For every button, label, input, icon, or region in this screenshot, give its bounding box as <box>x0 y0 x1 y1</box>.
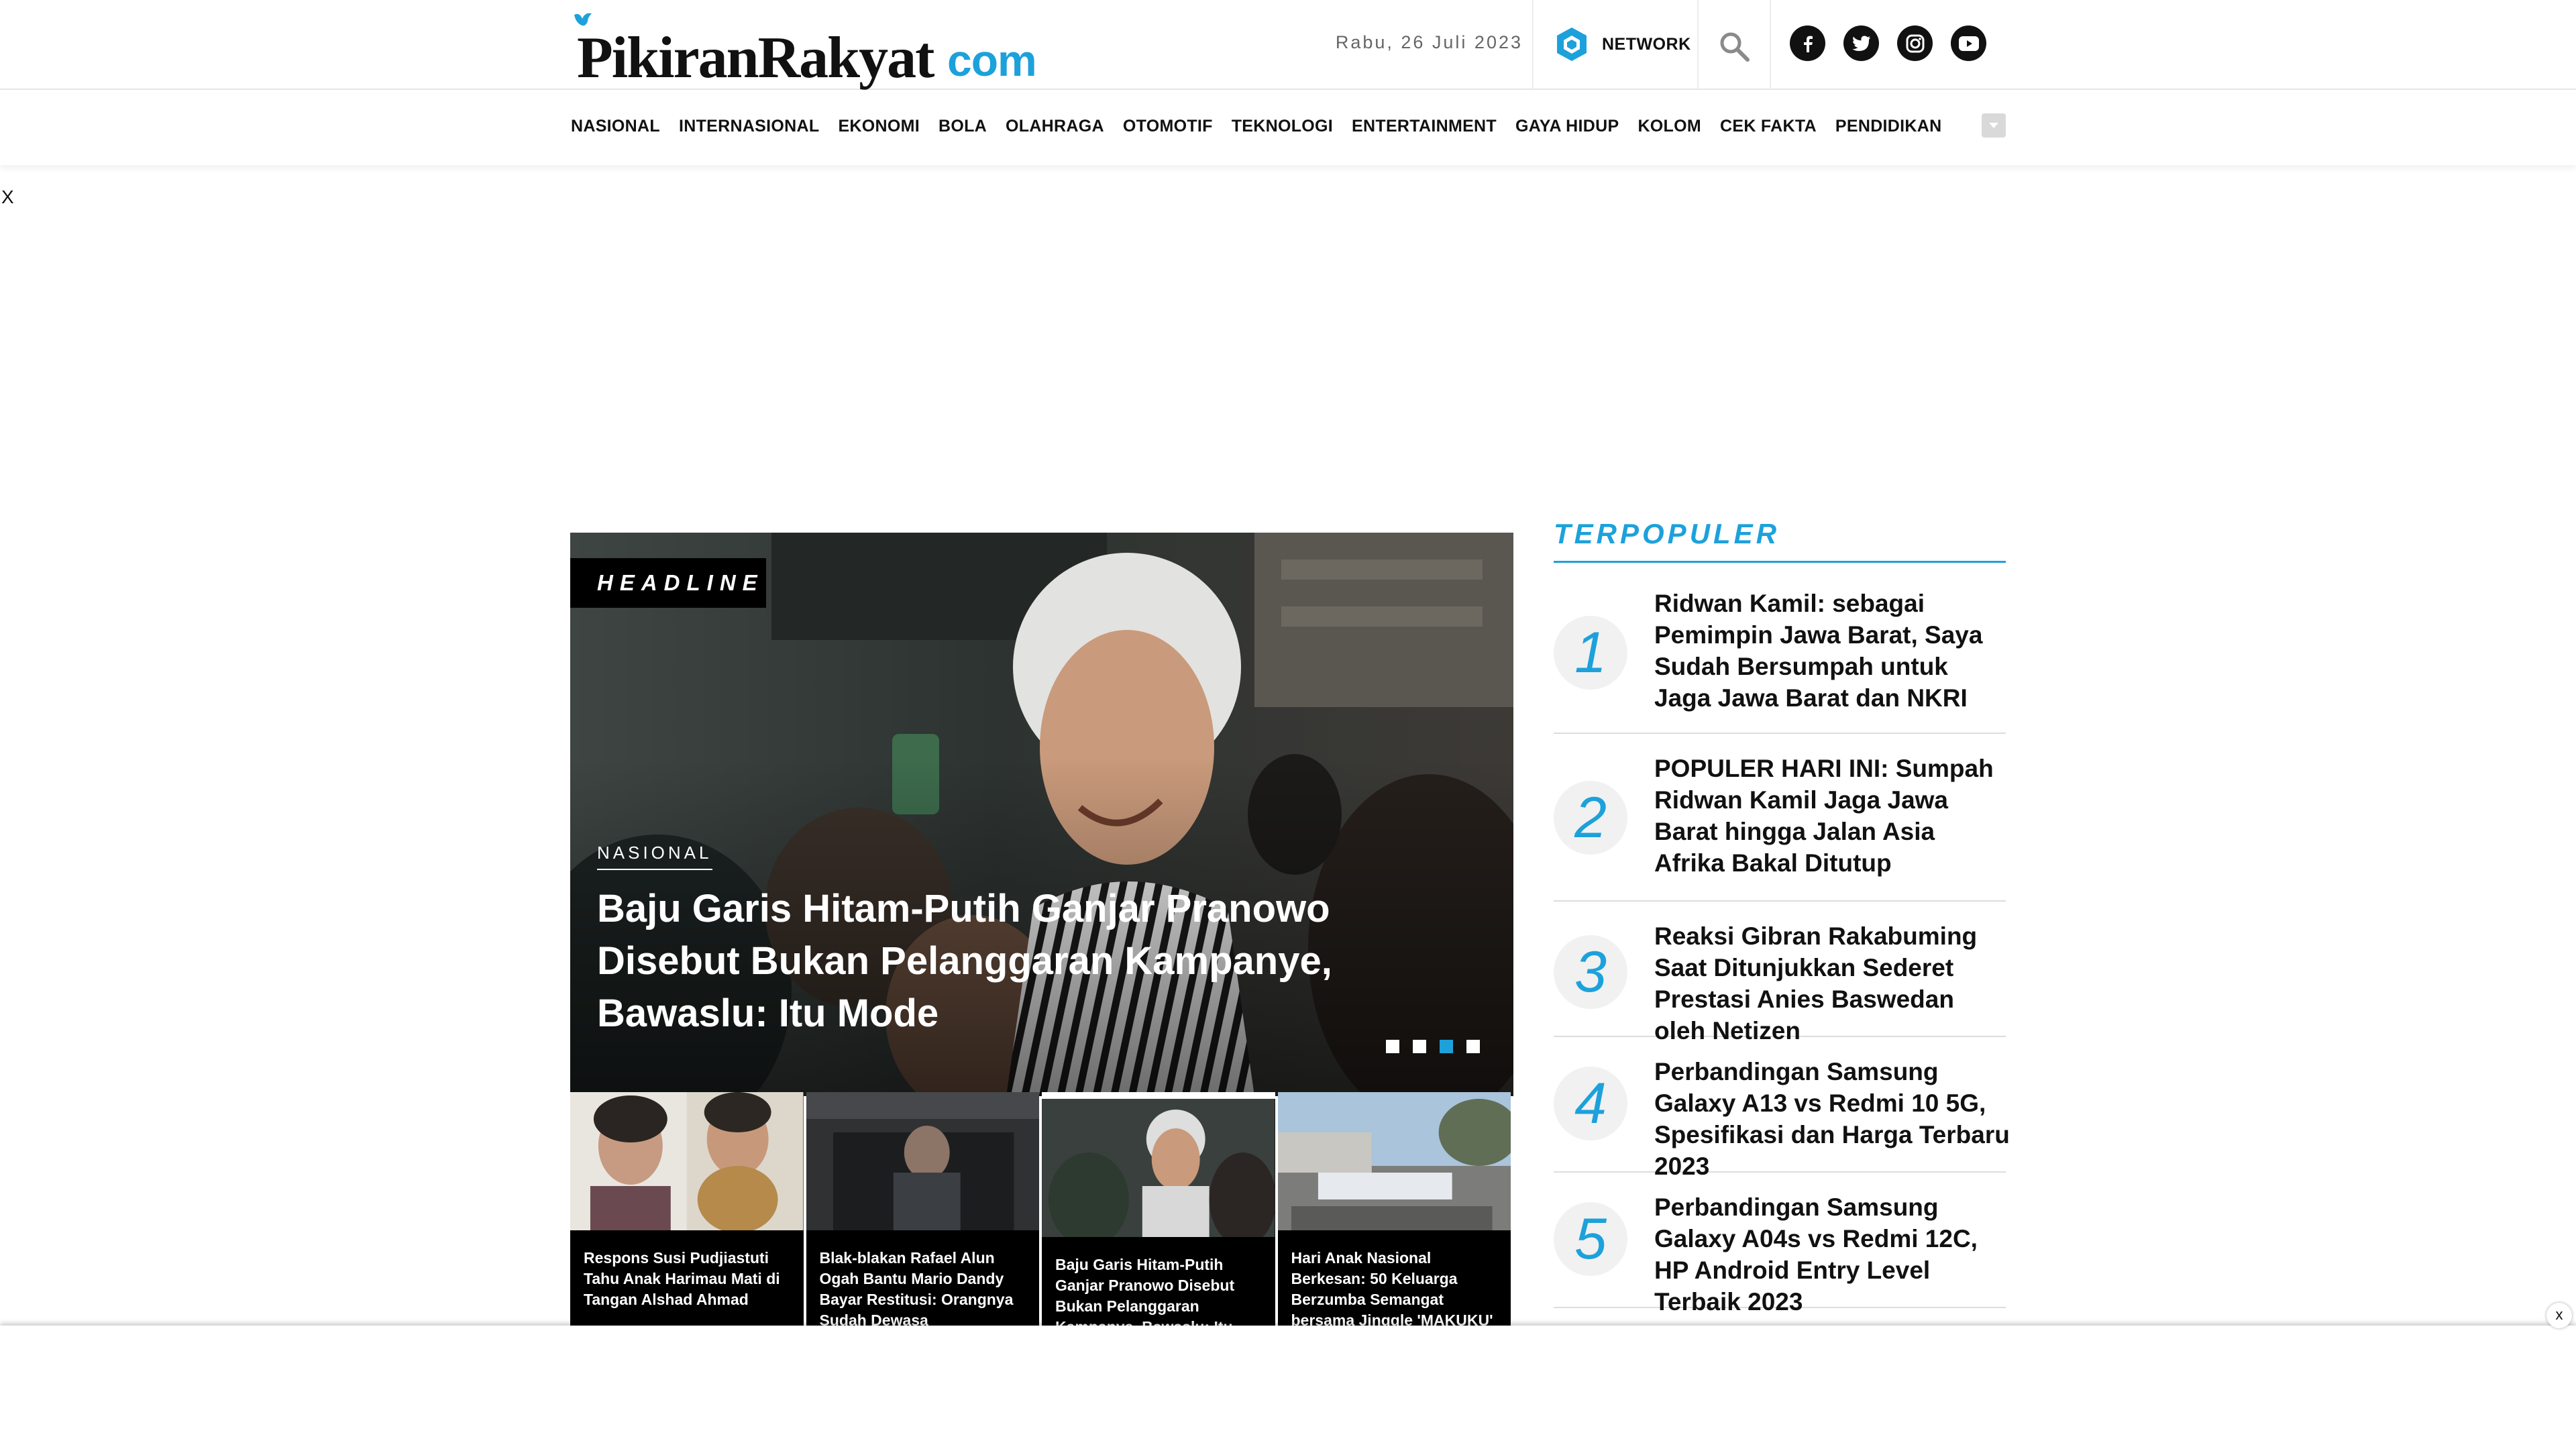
popular-item[interactable]: 2 POPULER HARI INI: Sumpah Ridwan Kamil … <box>1554 735 2006 902</box>
thumbnail-item[interactable]: Respons Susi Pudjiastuti Tahu Anak Harim… <box>570 1092 804 1327</box>
headline-title[interactable]: Baju Garis Hitam-Putih Ganjar Pranowo Di… <box>597 883 1483 1040</box>
popular-heading-underline <box>1554 561 2006 563</box>
nav-item-pendidikan[interactable]: PENDIDIKAN <box>1835 117 1942 136</box>
thumbnail-image <box>1277 1092 1511 1230</box>
search-icon[interactable] <box>1717 30 1751 63</box>
popular-rank: 5 <box>1554 1202 1627 1276</box>
bottom-ad-banner <box>0 1326 2576 1449</box>
headline-thumbnails: Respons Susi Pudjiastuti Tahu Anak Harim… <box>570 1092 1513 1327</box>
slider-dot-active[interactable] <box>1440 1040 1453 1053</box>
nav-item-olahraga[interactable]: OLAHRAGA <box>1006 117 1104 136</box>
popular-rank: 2 <box>1554 781 1627 855</box>
nav-menu: NASIONAL INTERNASIONAL EKONOMI BOLA OLAH… <box>571 117 1960 136</box>
popular-rank: 4 <box>1554 1067 1627 1140</box>
headline-slider[interactable]: HEADLINE NASIONAL Baju Garis Hitam-Putih… <box>570 533 1513 1096</box>
popular-item[interactable]: 5 Perbandingan Samsung Galaxy A04s vs Re… <box>1554 1174 2006 1316</box>
nav-item-entertainment[interactable]: ENTERTAINMENT <box>1352 117 1497 136</box>
header-divider <box>1697 0 1699 89</box>
header-divider <box>1532 0 1534 89</box>
main-navigation: NASIONAL INTERNASIONAL EKONOMI BOLA OLAH… <box>0 91 2576 165</box>
popular-item[interactable]: 4 Perbandingan Samsung Galaxy A13 vs Red… <box>1554 1038 2010 1180</box>
slider-dot[interactable] <box>1466 1040 1480 1053</box>
thumbnail-image <box>806 1092 1039 1230</box>
network-icon <box>1557 28 1587 61</box>
slider-dot[interactable] <box>1413 1040 1426 1053</box>
nav-more-dropdown-button[interactable] <box>1982 113 2006 138</box>
ad-close-button[interactable]: X <box>1 186 14 208</box>
social-links <box>1790 25 1986 61</box>
popular-title[interactable]: POPULER HARI INI: Sumpah Ridwan Kamil Ja… <box>1654 753 2010 879</box>
thumbnail-image <box>1042 1099 1275 1237</box>
thumbnail-title: Respons Susi Pudjiastuti Tahu Anak Harim… <box>584 1249 780 1308</box>
site-logo[interactable]: PikiranRakyat com <box>570 9 1040 91</box>
popular-title[interactable]: Ridwan Kamil: sebagai Pemimpin Jawa Bara… <box>1654 588 2010 714</box>
instagram-icon[interactable] <box>1897 25 1933 61</box>
logo-suffix: com <box>947 36 1037 85</box>
thumbnail-item[interactable]: Hari Anak Nasional Berkesan: 50 Keluarga… <box>1277 1092 1511 1327</box>
nav-item-otomotif[interactable]: OTOMOTIF <box>1123 117 1213 136</box>
popular-rank: 1 <box>1554 616 1627 690</box>
header-divider <box>1770 0 1771 89</box>
slider-dots <box>1386 1040 1480 1053</box>
popular-item[interactable]: 3 Reaksi Gibran Rakabuming Saat Ditunjuk… <box>1554 903 2006 1044</box>
bottom-ad-close-button[interactable]: x <box>2546 1303 2572 1328</box>
nav-item-teknologi[interactable]: TEKNOLOGI <box>1232 117 1333 136</box>
thumbnail-item[interactable]: Blak-blakan Rafael Alun Ogah Bantu Mario… <box>806 1092 1039 1327</box>
popular-title[interactable]: Reaksi Gibran Rakabuming Saat Ditunjukka… <box>1654 920 2010 1046</box>
site-header: PikiranRakyat com Rabu, 26 Juli 2023 NET… <box>0 0 2576 91</box>
nav-item-gaya-hidup[interactable]: GAYA HIDUP <box>1515 117 1619 136</box>
nav-item-ekonomi[interactable]: EKONOMI <box>838 117 920 136</box>
logo-text: PikiranRakyat <box>577 25 934 91</box>
nav-item-internasional[interactable]: INTERNASIONAL <box>679 117 819 136</box>
thumbnail-title: Blak-blakan Rafael Alun Ogah Bantu Mario… <box>819 1249 1014 1327</box>
nav-item-bola[interactable]: BOLA <box>938 117 987 136</box>
twitter-icon[interactable] <box>1843 25 1879 61</box>
facebook-icon[interactable] <box>1790 25 1825 61</box>
thumbnail-image <box>570 1092 804 1230</box>
popular-rank: 3 <box>1554 935 1627 1009</box>
popular-title[interactable]: Perbandingan Samsung Galaxy A04s vs Redm… <box>1654 1191 2010 1318</box>
nav-item-kolom[interactable]: KOLOM <box>1638 117 1701 136</box>
youtube-icon[interactable] <box>1951 25 1986 61</box>
popular-heading: TERPOPULER <box>1554 518 1780 549</box>
network-label: NETWORK <box>1602 34 1691 54</box>
thumbnail-title: Hari Anak Nasional Berkesan: 50 Keluarga… <box>1291 1249 1493 1327</box>
network-button[interactable]: NETWORK <box>1555 25 1691 63</box>
popular-title[interactable]: Perbandingan Samsung Galaxy A13 vs Redmi… <box>1654 1056 2010 1182</box>
nav-item-cek-fakta[interactable]: CEK FAKTA <box>1720 117 1817 136</box>
headline-tag: HEADLINE <box>570 558 766 608</box>
thumbnail-item-active[interactable]: Baju Garis Hitam-Putih Ganjar Pranowo Di… <box>1042 1092 1275 1327</box>
headline-category[interactable]: NASIONAL <box>597 843 712 870</box>
popular-item[interactable]: 1 Ridwan Kamil: sebagai Pemimpin Jawa Ba… <box>1554 584 2006 734</box>
nav-item-nasional[interactable]: NASIONAL <box>571 117 660 136</box>
thumbnail-title: Baju Garis Hitam-Putih Ganjar Pranowo Di… <box>1055 1256 1235 1327</box>
current-date: Rabu, 26 Juli 2023 <box>1335 32 1523 52</box>
slider-dot[interactable] <box>1386 1040 1399 1053</box>
